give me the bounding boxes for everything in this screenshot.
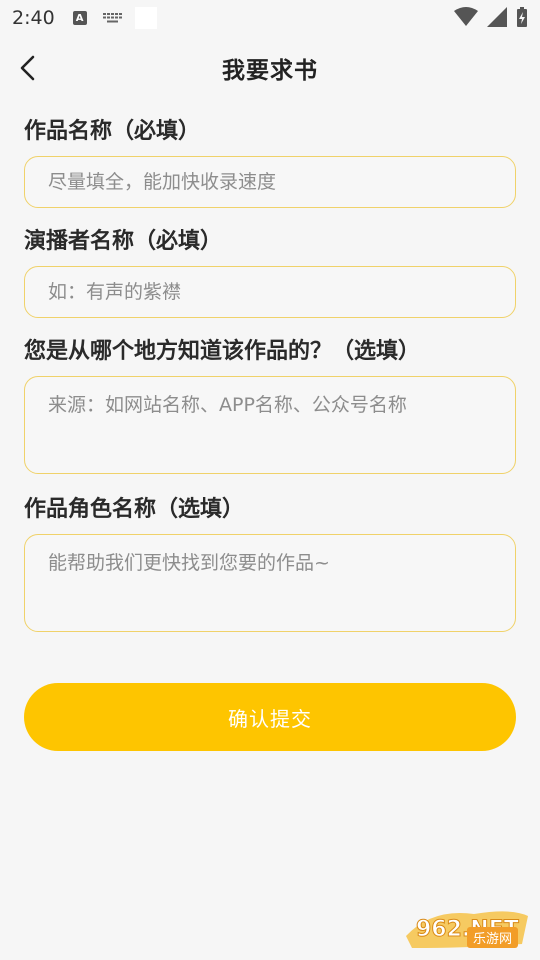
page-title: 我要求书 [222, 58, 318, 84]
chevron-left-icon [20, 55, 35, 81]
battery-charging-icon [517, 7, 527, 27]
accessibility-notification-icon: A [72, 11, 87, 25]
source-label: 您是从哪个地方知道该作品的？（选填） [24, 339, 421, 364]
submit-button[interactable]: 确认提交 [24, 683, 516, 751]
site-watermark: 962.NET 乐游网 [402, 906, 532, 952]
watermark-subtext: 乐游网 [466, 927, 518, 948]
narrator-name-input[interactable] [24, 266, 516, 318]
source-textarea[interactable] [24, 376, 516, 474]
narrator-name-label: 演播者名称（必填） [24, 229, 223, 254]
status-time: 2:40 [12, 7, 55, 29]
wifi-icon [454, 7, 478, 26]
app-header: 我要求书 [0, 40, 540, 96]
notification-icon [134, 7, 157, 29]
status-bar: 2:40 A [0, 0, 540, 36]
character-name-textarea[interactable] [24, 534, 516, 632]
back-button[interactable] [10, 50, 46, 86]
work-name-input[interactable] [24, 156, 516, 208]
character-name-label: 作品角色名称（选填） [24, 497, 245, 522]
work-name-label: 作品名称（必填） [24, 119, 201, 144]
keyboard-icon [102, 13, 122, 23]
status-icons [454, 6, 528, 28]
cell-signal-icon [487, 7, 507, 27]
